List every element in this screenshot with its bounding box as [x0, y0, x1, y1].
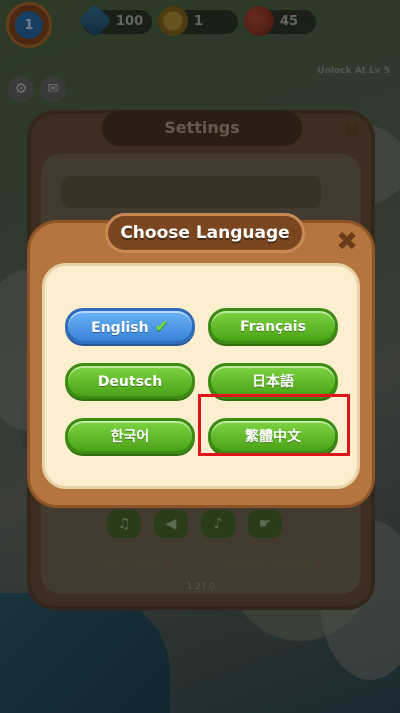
highlight-box [198, 394, 350, 456]
dialog-title: Choose Language [105, 213, 305, 253]
language-button-korean[interactable]: 한국어 [65, 418, 195, 454]
language-label: 日本語 [252, 374, 294, 390]
language-button-french[interactable]: Français [208, 308, 338, 344]
checkmark-icon: ✔ [154, 317, 169, 337]
language-label: English [91, 320, 149, 336]
language-dialog: Choose Language ✖ English ✔ Français Deut… [27, 213, 375, 508]
close-icon[interactable]: ✖ [334, 229, 360, 255]
language-label: Français [240, 319, 306, 335]
language-button-english[interactable]: English ✔ [65, 308, 195, 344]
language-label: Deutsch [97, 374, 163, 390]
language-button-german[interactable]: Deutsch [65, 363, 195, 399]
language-label: 한국어 [110, 429, 150, 445]
